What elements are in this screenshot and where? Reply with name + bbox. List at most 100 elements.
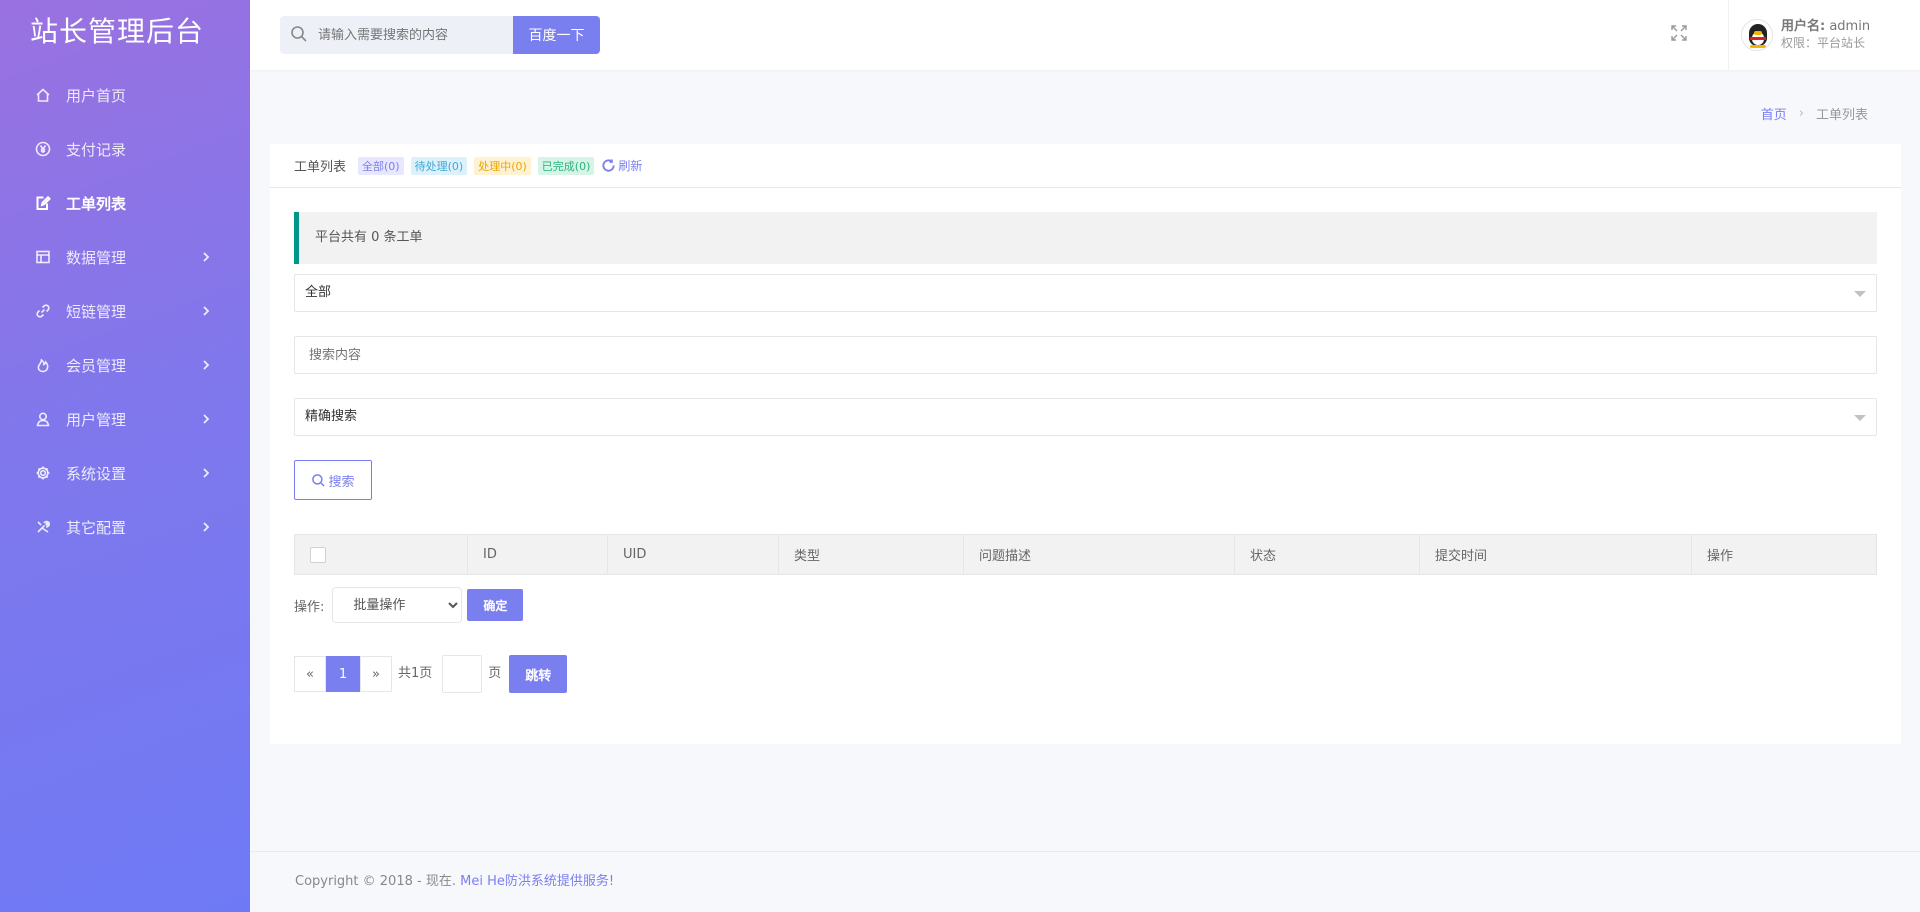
- breadcrumb-current: 工单列表: [1815, 108, 1868, 123]
- column-header-submit-time[interactable]: 提交时间: [1419, 534, 1692, 575]
- avatar: [1741, 19, 1773, 51]
- chevron-right-icon: [200, 303, 216, 319]
- batch-operations: 操作: 批量操作 确定: [294, 587, 1877, 623]
- sidebar-item-users[interactable]: 用户管理: [0, 392, 250, 446]
- sidebar-item-label: 用户管理: [66, 410, 127, 429]
- batch-action-select[interactable]: 批量操作: [332, 587, 463, 623]
- search-mode-select[interactable]: 精确搜索: [294, 398, 1877, 436]
- user-menu[interactable]: 用户名: admin 权限：平台站长: [1728, 0, 1920, 70]
- sidebar-item-label: 数据管理: [66, 248, 127, 267]
- batch-confirm-button[interactable]: 确定: [467, 589, 524, 621]
- sidebar-item-payments[interactable]: 支付记录: [0, 122, 250, 176]
- breadcrumb-separator: ›: [1798, 106, 1804, 121]
- search-button[interactable]: 搜索: [294, 460, 372, 500]
- link-icon: [34, 302, 52, 320]
- chevron-right-icon: [200, 357, 216, 373]
- column-header-type[interactable]: 类型: [778, 534, 964, 575]
- ticket-table: ID UID 类型 问题描述 状态 提交时间 操作: [294, 534, 1877, 575]
- search-content-input[interactable]: [294, 336, 1877, 374]
- chevron-right-icon: [200, 411, 216, 427]
- search-icon: [290, 25, 310, 45]
- ticket-count-notice: 平台共有 0 条工单: [294, 212, 1877, 264]
- top-header: 百度一下 用户名: admin 权限：平台站长: [250, 0, 1920, 70]
- select-all-header: [294, 534, 468, 575]
- ops-label: 操作:: [294, 599, 325, 615]
- sidebar-item-other-config[interactable]: 其它配置: [0, 500, 250, 554]
- breadcrumb: 首页 › 工单列表: [1761, 104, 1868, 123]
- sidebar: 站长管理后台 用户首页 支付记录 工单列表 数据管理 短链管理 会员管理 用户管…: [0, 0, 250, 912]
- search-button-label: 搜索: [328, 474, 355, 490]
- sidebar-item-settings[interactable]: 系统设置: [0, 446, 250, 500]
- fire-icon: [34, 356, 52, 374]
- column-header-status[interactable]: 状态: [1234, 534, 1420, 575]
- yen-icon: [34, 140, 52, 158]
- username-label: 用户名:: [1781, 19, 1826, 34]
- header-search-input[interactable]: [318, 27, 508, 43]
- column-header-id[interactable]: ID: [467, 534, 608, 575]
- refresh-button[interactable]: 刷新: [601, 157, 642, 174]
- filter-all-tag[interactable]: 全部(0): [358, 156, 404, 175]
- sidebar-item-user-home[interactable]: 用户首页: [0, 68, 250, 122]
- sidebar-item-label: 用户首页: [66, 86, 127, 105]
- chevron-right-icon: [200, 519, 216, 535]
- sidebar-item-members[interactable]: 会员管理: [0, 338, 250, 392]
- caret-down-icon: [1854, 415, 1866, 421]
- next-page-button[interactable]: »: [360, 656, 392, 692]
- prev-page-button[interactable]: «: [294, 656, 326, 692]
- search-icon: [312, 473, 326, 487]
- jump-page-button[interactable]: 跳转: [509, 655, 568, 693]
- copyright-text: Copyright © 2018 - 现在.: [295, 874, 456, 889]
- card-title: 工单列表: [294, 160, 347, 175]
- sidebar-item-label: 工单列表: [66, 194, 127, 213]
- user-icon: [34, 410, 52, 428]
- breadcrumb-home[interactable]: 首页: [1761, 104, 1787, 123]
- username: admin: [1829, 19, 1871, 34]
- tools-icon: [34, 518, 52, 536]
- ticket-type-select[interactable]: 全部: [294, 274, 1877, 312]
- ticket-type-value: 全部: [305, 285, 332, 300]
- filter-done-tag[interactable]: 已完成(0): [537, 156, 595, 175]
- sidebar-item-shortlinks[interactable]: 短链管理: [0, 284, 250, 338]
- baidu-search-button[interactable]: 百度一下: [513, 16, 600, 54]
- filter-pending-tag[interactable]: 待处理(0): [410, 156, 468, 175]
- column-header-actions: 操作: [1691, 534, 1877, 575]
- column-header-description[interactable]: 问题描述: [963, 534, 1235, 575]
- sidebar-item-data[interactable]: 数据管理: [0, 230, 250, 284]
- card-body: 平台共有 0 条工单 全部 精确搜索 搜索 ID UID 类型 问题描述 状态: [270, 188, 1901, 693]
- home-icon: [34, 86, 52, 104]
- table-header-row: ID UID 类型 问题描述 状态 提交时间 操作: [294, 534, 1877, 575]
- sidebar-item-label: 支付记录: [66, 140, 127, 159]
- footer: Copyright © 2018 - 现在. Mei He防洪系统提供服务!: [250, 851, 1920, 912]
- chevron-right-icon: [200, 465, 216, 481]
- chevron-right-icon: [200, 249, 216, 265]
- refresh-label: 刷新: [618, 159, 643, 173]
- page-unit-text: 页: [488, 665, 502, 681]
- ticket-list-card: 工单列表 全部(0) 待处理(0) 处理中(0) 已完成(0) 刷新 平台共有 …: [270, 144, 1901, 744]
- current-page-button[interactable]: 1: [326, 656, 360, 692]
- refresh-icon: [602, 159, 615, 172]
- sidebar-item-label: 会员管理: [66, 356, 127, 375]
- sidebar-item-label: 系统设置: [66, 464, 127, 483]
- sidebar-item-label: 其它配置: [66, 518, 127, 537]
- total-pages-text: 共1页: [398, 665, 433, 681]
- app-title: 站长管理后台: [30, 15, 205, 48]
- pagination: « 1 » 共1页 页 跳转: [294, 655, 1877, 693]
- user-info: 用户名: admin 权限：平台站长: [1781, 19, 1870, 51]
- user-role: 权限：平台站长: [1781, 36, 1866, 50]
- sidebar-nav: 用户首页 支付记录 工单列表 数据管理 短链管理 会员管理 用户管理 系统设置 …: [0, 68, 250, 554]
- search-mode-value: 精确搜索: [305, 409, 358, 424]
- caret-down-icon: [1854, 291, 1866, 297]
- filter-processing-tag[interactable]: 处理中(0): [474, 156, 531, 175]
- table-icon: [34, 248, 52, 266]
- footer-link[interactable]: Mei He防洪系统提供服务!: [460, 874, 614, 889]
- sidebar-item-tickets[interactable]: 工单列表: [0, 176, 250, 230]
- fullscreen-icon[interactable]: [1670, 24, 1690, 44]
- card-header: 工单列表 全部(0) 待处理(0) 处理中(0) 已完成(0) 刷新: [270, 144, 1901, 188]
- edit-icon: [34, 194, 52, 212]
- page-number-input[interactable]: [442, 655, 483, 693]
- header-search-box: [280, 16, 513, 54]
- sidebar-item-label: 短链管理: [66, 302, 127, 321]
- gear-icon: [34, 464, 52, 482]
- select-all-checkbox[interactable]: [310, 546, 326, 563]
- column-header-uid[interactable]: UID: [607, 534, 779, 575]
